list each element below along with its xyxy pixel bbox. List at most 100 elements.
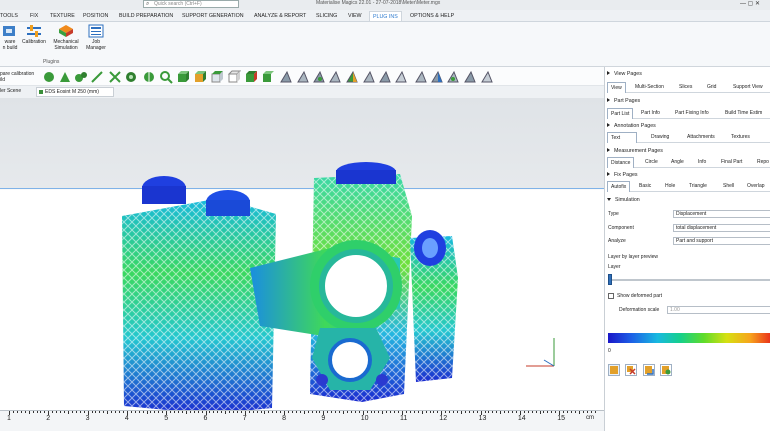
build-button[interactable]: ware n build	[0, 24, 20, 51]
fix-pages-header[interactable]: Fix Pages	[607, 172, 638, 178]
simulation-header[interactable]: Simulation	[607, 197, 640, 203]
deformation-scale-input[interactable]: 1.00	[667, 306, 770, 314]
component-select[interactable]: total displacement	[673, 224, 770, 232]
tab-shell[interactable]: Shell	[723, 182, 734, 191]
magics-window: ⌕ Quick search (Ctrl+F) Materialise Magi…	[0, 0, 770, 431]
part-pages-header[interactable]: Part Pages	[607, 98, 640, 104]
view-left-icon[interactable]	[210, 70, 224, 84]
tab-grid[interactable]: Grid	[707, 83, 716, 92]
tab-attachments[interactable]: Attachments	[687, 133, 715, 142]
ruler-minor-tick	[217, 411, 219, 413]
tab-text[interactable]: Text	[607, 132, 637, 143]
ruler-minor-tick	[201, 411, 203, 413]
tab-tools[interactable]: TOOLS	[0, 11, 18, 21]
view-pages-header[interactable]: View Pages	[607, 71, 642, 77]
view-iso-icon[interactable]	[261, 70, 275, 84]
tab-build-time-estimation[interactable]: Build Time Estim	[725, 109, 762, 118]
tab-support-generation[interactable]: SUPPORT GENERATION	[182, 11, 244, 21]
tab-texture[interactable]: TEXTURE	[50, 11, 75, 21]
simulation-settings-button[interactable]	[660, 364, 672, 376]
zoom-icon[interactable]	[159, 70, 173, 84]
triangle-mark-icon-4[interactable]	[328, 70, 342, 84]
tab-distance[interactable]: Distance	[607, 157, 635, 168]
tab-view-page[interactable]: View	[607, 82, 626, 93]
tab-analyze-report[interactable]: ANALYZE & REPORT	[254, 11, 306, 21]
view-front-icon[interactable]	[176, 70, 190, 84]
measure-icon[interactable]	[90, 70, 104, 84]
part-rotate-icon[interactable]	[58, 70, 72, 84]
wireframe-icon[interactable]	[108, 70, 122, 84]
tab-slices[interactable]: Slices	[679, 83, 692, 92]
tab-part-fixing-info[interactable]: Part Fixing Info	[675, 109, 709, 118]
triangle-mark-icon-10[interactable]	[430, 70, 444, 84]
view-right-icon[interactable]	[227, 70, 241, 84]
tab-part-info[interactable]: Part Info	[641, 109, 660, 118]
tab-options-help[interactable]: OPTIONS & HELP	[410, 11, 454, 21]
ruler-minor-tick	[111, 411, 113, 413]
calibration-button[interactable]: Calibration	[21, 24, 47, 45]
triangle-mark-icon-3[interactable]	[312, 70, 326, 84]
view-top-icon[interactable]	[244, 70, 258, 84]
tab-slicing[interactable]: SLICING	[316, 11, 337, 21]
triangle-mark-icon-1[interactable]	[279, 70, 293, 84]
tab-textures[interactable]: Textures	[731, 133, 750, 142]
tab-position[interactable]: POSITION	[83, 11, 108, 21]
triangle-mark-icon-8[interactable]	[394, 70, 408, 84]
ruler-minor-tick	[24, 411, 26, 413]
scene-label[interactable]: ler Scene	[0, 88, 21, 94]
annotation-pages-header[interactable]: Annotation Pages	[607, 123, 656, 129]
tab-overlap[interactable]: Overlap	[747, 182, 765, 191]
triangle-mark-icon-6[interactable]	[362, 70, 376, 84]
tab-angle[interactable]: Angle	[671, 158, 684, 167]
show-part-button[interactable]	[608, 364, 620, 376]
tab-part-list[interactable]: Part List	[607, 108, 634, 119]
shaded-icon[interactable]	[124, 70, 138, 84]
triangle-mark-icon-13[interactable]	[480, 70, 494, 84]
tab-view[interactable]: VIEW	[348, 11, 362, 21]
tab-plug-ins[interactable]: PLUG INS	[369, 11, 402, 21]
quick-search-input[interactable]: ⌕ Quick search (Ctrl+F)	[143, 0, 239, 8]
export-report-button[interactable]	[643, 364, 655, 376]
simulated-part-with-supports[interactable]	[100, 158, 480, 416]
tab-triangle[interactable]: Triangle	[689, 182, 707, 191]
tab-autofix[interactable]: Autofix	[607, 181, 631, 192]
measurement-pages-header[interactable]: Measurement Pages	[607, 148, 663, 154]
remove-simulation-button[interactable]	[625, 364, 637, 376]
ruler-minor-tick	[472, 411, 474, 413]
ruler-minor-tick	[229, 411, 231, 413]
tab-basic[interactable]: Basic	[639, 182, 651, 191]
tab-info[interactable]: Info	[698, 158, 706, 167]
ruler-minor-tick	[142, 411, 144, 413]
part-view-icon[interactable]	[42, 70, 56, 84]
view-back-icon[interactable]	[193, 70, 207, 84]
triangle-mark-icon-12[interactable]	[463, 70, 477, 84]
tab-hole[interactable]: Hole	[665, 182, 675, 191]
analyze-select[interactable]: Part and support	[673, 237, 770, 245]
scene-tab[interactable]: EDS Eosint M 250 (mm)	[36, 87, 114, 97]
type-select[interactable]: Displacement	[673, 210, 770, 218]
tab-drawing[interactable]: Drawing	[651, 133, 669, 142]
part-mirror-icon[interactable]	[74, 70, 88, 84]
triangle-mark-icon-5[interactable]	[345, 70, 359, 84]
show-deformed-checkbox[interactable]	[608, 293, 614, 299]
triangle-mark-icon-11[interactable]	[446, 70, 460, 84]
layer-slider-thumb[interactable]	[608, 274, 612, 285]
triangle-mark-icon-9[interactable]	[414, 70, 428, 84]
triangle-mark-icon-2[interactable]	[296, 70, 310, 84]
tab-fix[interactable]: FIX	[30, 11, 38, 21]
window-controls[interactable]: — ▢ ✕	[740, 0, 760, 7]
tab-build-preparation[interactable]: BUILD PREPARATION	[119, 11, 173, 21]
mechanical-simulation-button[interactable]: Mechanical Simulation	[50, 24, 82, 51]
ruler-minor-tick	[64, 411, 66, 413]
layer-preview-label: Layer by layer preview	[608, 254, 659, 260]
tab-support-view[interactable]: Support View	[733, 83, 763, 92]
3d-viewport[interactable]	[0, 98, 604, 414]
section-icon[interactable]	[142, 70, 156, 84]
tab-final-part[interactable]: Final Part	[721, 158, 742, 167]
job-manager-button[interactable]: Job Manager	[84, 24, 108, 51]
tab-circle[interactable]: Circle	[645, 158, 658, 167]
layer-slider-track[interactable]	[608, 279, 770, 281]
triangle-mark-icon-7[interactable]	[378, 70, 392, 84]
tab-multi-section[interactable]: Multi-Section	[635, 83, 664, 92]
tab-report[interactable]: Repo	[757, 158, 769, 167]
